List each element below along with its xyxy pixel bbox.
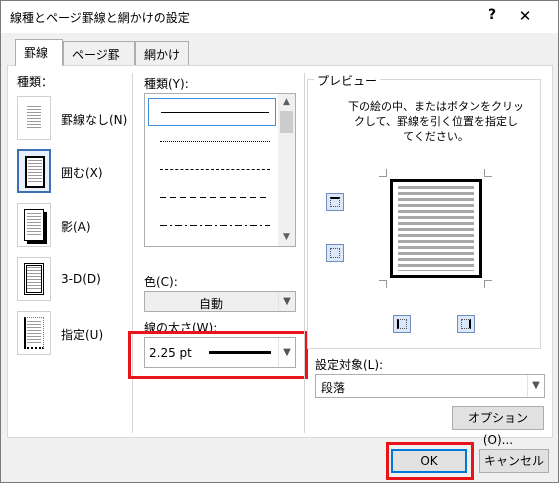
- setting-3d-label[interactable]: 3-D(D): [61, 272, 101, 286]
- setting-3d-icon[interactable]: [17, 257, 51, 301]
- corner-mark: [379, 280, 387, 288]
- inside-horizontal-border-button[interactable]: [326, 244, 344, 262]
- close-button[interactable]: ✕: [517, 7, 533, 25]
- setting-custom-label[interactable]: 指定(U): [61, 326, 103, 343]
- chevron-down-icon[interactable]: ▼: [278, 292, 295, 311]
- tab-borders[interactable]: 罫線: [15, 39, 63, 66]
- line-style-dash[interactable]: [148, 184, 276, 212]
- borders-and-shading-dialog: 線種とページ罫線と網かけの設定 ? ✕ 罫線 ページ罫線 網かけ 種類： 罫線な…: [0, 0, 559, 483]
- dash-dot-line-sample: [160, 225, 270, 226]
- ok-button[interactable]: OK: [391, 449, 467, 473]
- preview-description-line: クして、罫線を引く位置を指定し: [353, 115, 519, 128]
- scroll-up-icon[interactable]: ▲: [278, 94, 295, 111]
- dialog-title: 線種とページ罫線と網かけの設定: [10, 11, 190, 25]
- column-divider: [132, 73, 133, 433]
- right-border-icon: [461, 319, 471, 329]
- solid-line-sample: [161, 112, 269, 113]
- setting-label: 種類：: [17, 75, 54, 89]
- column-divider: [304, 73, 305, 433]
- setting-box-icon[interactable]: [17, 149, 51, 193]
- page-lines-icon: [27, 213, 41, 237]
- line-width-value: 2.25 pt: [149, 346, 192, 360]
- apply-to-label: 設定対象(L):: [315, 358, 384, 372]
- line-width-sample: [209, 351, 271, 354]
- setting-none-label[interactable]: 罫線なし(N): [61, 111, 127, 128]
- corner-mark: [484, 169, 492, 177]
- left-border-icon: [397, 319, 407, 329]
- cancel-button[interactable]: キャンセル: [479, 449, 549, 473]
- help-button[interactable]: ?: [485, 7, 499, 23]
- preview-title: プレビュー: [314, 72, 381, 89]
- inside-border-icon: [330, 248, 340, 258]
- line-style-dash-dot[interactable]: [148, 212, 276, 240]
- top-border-button[interactable]: [326, 193, 344, 211]
- chevron-down-icon[interactable]: ▼: [527, 375, 544, 397]
- top-border-icon: [330, 197, 340, 207]
- tab-page-border[interactable]: ページ罫線: [63, 41, 135, 79]
- chevron-down-icon[interactable]: ▼: [278, 338, 295, 367]
- page-lines-icon: [27, 106, 41, 130]
- options-button[interactable]: オプション(O)...: [452, 406, 544, 447]
- width-label: 線の太さ(W):: [144, 321, 218, 335]
- preview-description: 下の絵の中、またはボタンをクリッ クして、罫線を引く位置を指定し てください。: [346, 99, 526, 144]
- setting-none-icon[interactable]: [17, 96, 51, 140]
- tab-shading[interactable]: 網かけ: [135, 41, 189, 65]
- line-style-solid[interactable]: [148, 98, 276, 126]
- corner-mark: [484, 280, 492, 288]
- preview-page[interactable]: [390, 179, 482, 278]
- apply-to-dropdown[interactable]: 段落 ▼: [315, 374, 545, 398]
- page-lines-icon: [27, 267, 41, 291]
- line-style-small-dash[interactable]: [148, 156, 276, 184]
- preview-description-line: 下の絵の中、またはボタンをクリッ: [348, 100, 524, 113]
- line-style-dotted[interactable]: [148, 128, 276, 156]
- scroll-down-icon[interactable]: ▼: [278, 229, 295, 246]
- line-style-list[interactable]: ▲ ▼: [144, 93, 296, 247]
- preview-text-lines: [398, 186, 474, 271]
- color-dropdown[interactable]: 自動 ▼: [144, 291, 296, 312]
- right-border-button[interactable]: [457, 315, 475, 333]
- style-label: 種類(Y):: [144, 77, 189, 91]
- style-list-scrollbar[interactable]: ▲ ▼: [278, 94, 295, 246]
- page-lines-icon: [28, 160, 42, 184]
- small-dash-line-sample: [160, 169, 270, 170]
- scroll-thumb[interactable]: [280, 111, 293, 133]
- setting-shadow-label[interactable]: 影(A): [61, 218, 91, 235]
- preview-description-line: てください。: [403, 130, 469, 143]
- dotted-line-sample: [160, 141, 270, 142]
- setting-box-label[interactable]: 囲む(X): [61, 164, 103, 181]
- dash-line-sample: [160, 197, 270, 198]
- setting-custom-icon[interactable]: [17, 311, 51, 355]
- left-border-button[interactable]: [393, 315, 411, 333]
- setting-shadow-icon[interactable]: [17, 203, 51, 247]
- color-value: 自動: [199, 297, 224, 311]
- color-label: 色(C):: [144, 275, 178, 289]
- title-bar: 線種とページ罫線と網かけの設定 ? ✕: [1, 1, 558, 33]
- corner-mark: [379, 169, 387, 177]
- line-width-dropdown[interactable]: 2.25 pt ▼: [144, 337, 296, 368]
- page-lines-icon: [27, 321, 41, 345]
- apply-to-value: 段落: [321, 381, 346, 395]
